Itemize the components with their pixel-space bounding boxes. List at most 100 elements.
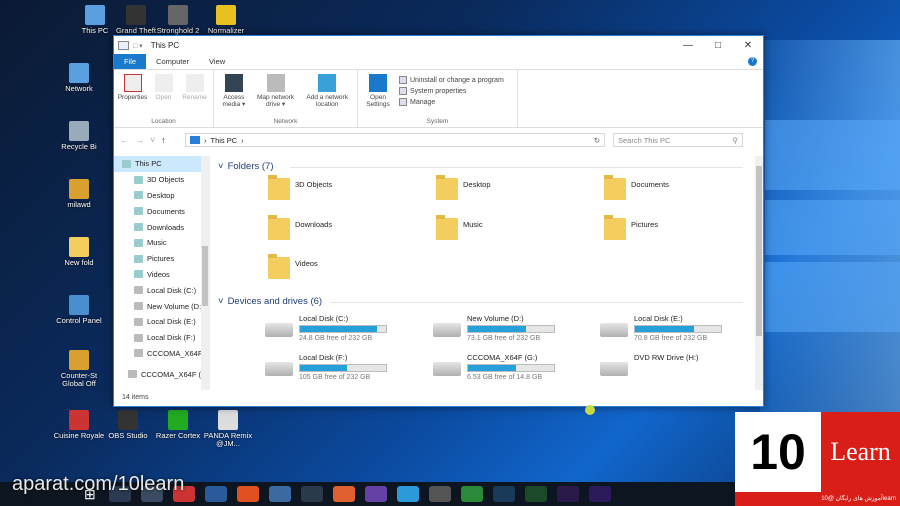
premiere-icon[interactable]	[556, 486, 579, 502]
folder-item[interactable]: 3D Objects	[268, 175, 332, 200]
app-icon[interactable]	[428, 486, 451, 502]
desktop-icon-label: Control Panel	[56, 316, 102, 325]
nav-item[interactable]: Local Disk (F:)	[114, 330, 209, 346]
rename-label: Rename	[182, 94, 207, 101]
folder-item[interactable]: Videos	[268, 254, 318, 279]
item-count: 14 items	[122, 394, 149, 401]
app-icon[interactable]	[332, 486, 355, 502]
desktop-icon[interactable]: Network	[50, 63, 108, 93]
close-button[interactable]: ✕	[733, 40, 763, 51]
media-icon	[224, 74, 243, 92]
system-properties-icon	[399, 87, 407, 95]
folder-icon	[118, 41, 129, 50]
channel-logo: 10 Learn آموزش های رایگان @10learn	[735, 412, 900, 506]
drive-item[interactable]: Local Disk (C:) 24.8 GB free of 232 GB	[265, 314, 387, 342]
folders-header[interactable]: ˅ Folders (7)	[218, 161, 274, 172]
desktop-icon[interactable]: Control Panel	[50, 295, 108, 325]
content-scrollbar[interactable]	[755, 156, 763, 390]
navigation-pane: This PC 3D Objects Desktop Documents Downloa…	[114, 156, 210, 390]
app-icon	[85, 5, 105, 25]
nav-item[interactable]: Documents	[114, 203, 209, 219]
drives-header[interactable]: ˅ Devices and drives (6)	[218, 296, 322, 307]
telegram-icon[interactable]	[396, 486, 419, 502]
nav-item[interactable]: Music	[114, 235, 209, 251]
folder-item[interactable]: Downloads	[268, 215, 332, 240]
nav-arrows[interactable]: ←→˅↑	[120, 135, 185, 145]
quick-access-toolbar[interactable]: □ ▾	[133, 42, 143, 50]
nav-item-icon	[122, 159, 131, 168]
logo-word: Learn	[821, 412, 900, 492]
group-label: Network	[273, 118, 298, 125]
nav-item[interactable]: 3D Objects	[114, 172, 209, 188]
system-group: Open Settings Uninstall or change a prog…	[358, 70, 518, 127]
nav-item-icon	[134, 207, 143, 216]
drive-item[interactable]: DVD RW Drive (H:)	[600, 353, 698, 376]
maximize-button[interactable]: □	[703, 40, 733, 51]
search-input[interactable]: Search This PC ⚲	[613, 133, 743, 147]
tab-file[interactable]: File	[114, 54, 147, 69]
open-label: Open	[155, 94, 172, 101]
nav-item[interactable]: Desktop	[114, 188, 209, 204]
nav-item[interactable]: Videos	[114, 267, 209, 283]
folder-item[interactable]: Music	[436, 215, 483, 240]
address-bar[interactable]: › This PC › ↻	[185, 133, 605, 147]
app-icon	[69, 237, 89, 257]
open-settings-label: Open Settings	[366, 94, 390, 108]
nav-item-icon	[134, 302, 143, 311]
steam-icon[interactable]	[300, 486, 323, 502]
nav-item[interactable]: Local Disk (E:)	[114, 314, 209, 330]
manage-button[interactable]: Manage	[399, 98, 504, 106]
folder-item[interactable]: Desktop	[436, 175, 491, 200]
nav-item[interactable]: CCCOMA_X64F	[114, 346, 209, 362]
manage-icon	[399, 98, 407, 106]
dreamweaver-icon[interactable]	[524, 486, 547, 502]
title-bar[interactable]: □ ▾ This PC — □ ✕	[114, 36, 763, 55]
drive-free-space: 73.1 GB free of 232 GB	[467, 335, 541, 342]
tab-view[interactable]: View	[199, 54, 235, 69]
drive-item[interactable]: CCCOMA_X64F (G:) 6.53 GB free of 14.8 GB	[433, 353, 555, 381]
nav-item[interactable]: This PC	[114, 156, 209, 172]
nav-item-label: Pictures	[147, 254, 175, 264]
system-properties-button[interactable]: System properties	[399, 87, 504, 95]
uninstall-program-button[interactable]: Uninstall or change a program	[399, 76, 504, 84]
app-icon[interactable]	[268, 486, 291, 502]
nav-item[interactable]: Local Disk (C:)	[114, 282, 209, 298]
drive-item[interactable]: New Volume (D:) 73.1 GB free of 232 GB	[433, 314, 555, 342]
search-icon: ⚲	[732, 135, 739, 145]
refresh-icon[interactable]: ↻	[594, 136, 600, 145]
nav-item-label: New Volume (D:	[147, 301, 202, 311]
access-media-label: Access media ▾	[222, 94, 246, 108]
photoshop-icon[interactable]	[492, 486, 515, 502]
nav-scrollbar[interactable]	[201, 156, 209, 390]
after-effects-icon[interactable]	[588, 486, 611, 502]
folder-item[interactable]: Documents	[604, 175, 669, 200]
nav-item[interactable]: Downloads	[114, 219, 209, 235]
nav-item[interactable]: Pictures	[114, 251, 209, 267]
drive-item[interactable]: Local Disk (F:) 105 GB free of 232 GB	[265, 353, 387, 381]
network-group: Access media ▾ Map network drive ▾ Add a…	[214, 70, 358, 127]
nav-item-label: Music	[147, 238, 167, 248]
network-location-icon	[318, 74, 337, 92]
desktop-icon[interactable]: Recycle Bi	[50, 121, 108, 151]
app-icon	[218, 410, 238, 430]
app-icon[interactable]	[204, 486, 227, 502]
app-icon[interactable]	[460, 486, 483, 502]
nav-item[interactable]: New Volume (D:	[114, 298, 209, 314]
nav-item[interactable]: CCCOMA_X64F (C	[114, 366, 209, 382]
minimize-button[interactable]: —	[673, 40, 703, 51]
folder-item[interactable]: Pictures	[604, 215, 658, 240]
desktop-icon[interactable]: New fold	[50, 237, 108, 267]
drive-item[interactable]: Local Disk (E:) 70.8 GB free of 232 GB	[600, 314, 722, 342]
help-icon[interactable]: ?	[748, 57, 757, 66]
desktop-icon[interactable]: Counter-St Global Off	[50, 350, 108, 388]
tab-computer[interactable]: Computer	[146, 54, 199, 69]
wallpaper-pane	[765, 120, 900, 190]
wallpaper-pane	[765, 200, 900, 255]
desktop-icon[interactable]: Normalizer	[197, 5, 255, 35]
hard-drive-icon	[433, 323, 461, 337]
desktop-icon[interactable]: PANDA Remix @JM...	[199, 410, 257, 448]
rename-icon	[185, 74, 204, 92]
twitch-icon[interactable]	[364, 486, 387, 502]
desktop-icon[interactable]: milawd	[50, 179, 108, 209]
app-icon[interactable]	[236, 486, 259, 502]
